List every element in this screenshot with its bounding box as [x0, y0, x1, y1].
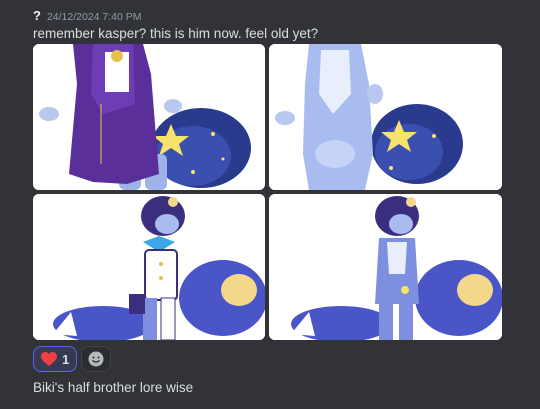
attachment-image-2[interactable]: [269, 44, 502, 190]
emoji-smile-icon: [88, 351, 104, 367]
message-header: ? 24/12/2024 7:40 PM: [33, 8, 142, 24]
message-text: remember kasper? this is him now. feel o…: [33, 26, 319, 41]
artwork-image: [33, 194, 265, 340]
reaction-heart[interactable]: 1: [33, 346, 78, 372]
heart-icon: [41, 351, 57, 366]
attachment-image-1[interactable]: [33, 44, 265, 190]
author-name[interactable]: ?: [33, 8, 41, 23]
reactions-bar: 1: [33, 346, 112, 372]
artwork-image: [33, 44, 265, 190]
message-timestamp: 24/12/2024 7:40 PM: [46, 11, 142, 23]
attachment-image-4[interactable]: [269, 194, 502, 340]
followup-message-text: Biki's half brother lore wise: [33, 380, 194, 395]
image-gallery: [33, 44, 502, 342]
reaction-count: 1: [62, 351, 70, 367]
attachment-image-3[interactable]: [33, 194, 265, 340]
add-reaction-button[interactable]: [81, 346, 112, 372]
artwork-image: [269, 194, 502, 340]
artwork-image: [269, 44, 502, 190]
